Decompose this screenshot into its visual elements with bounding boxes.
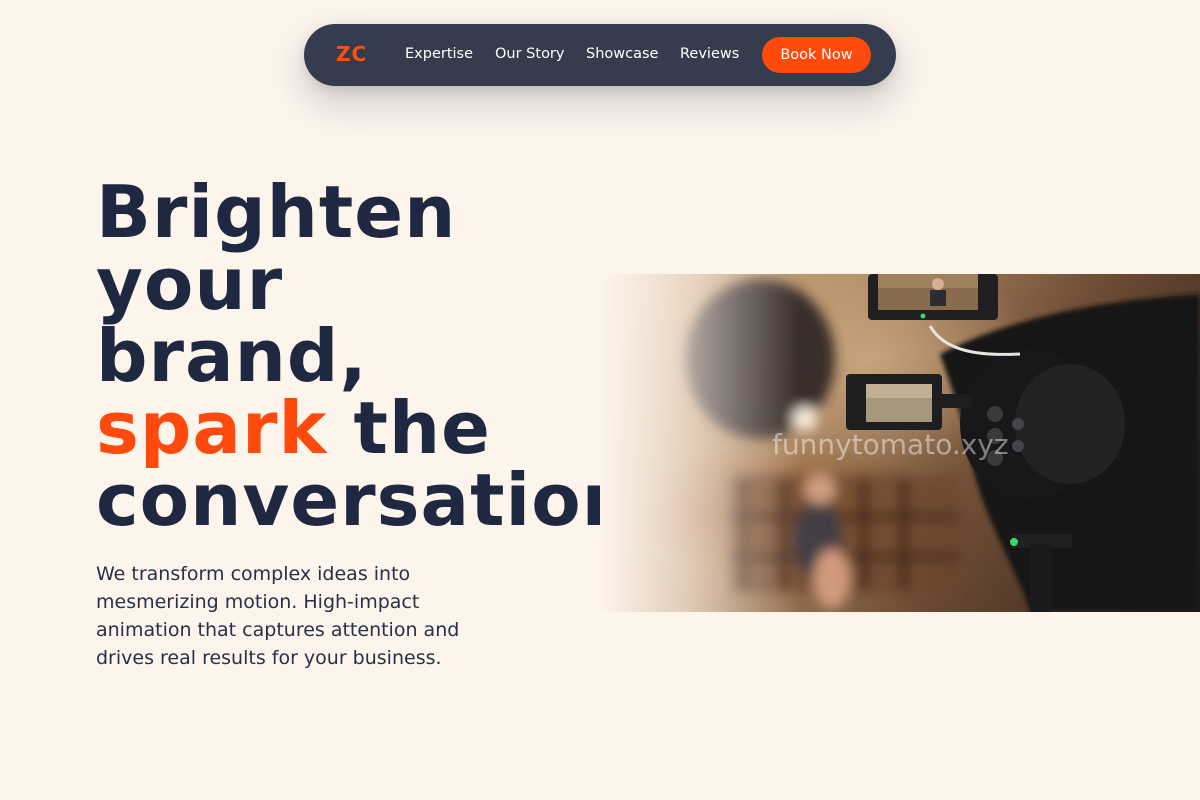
- brand-logo[interactable]: ZC: [336, 42, 367, 66]
- hero-image-camera: funnytomato.xyz: [600, 274, 1200, 612]
- nav-link-our-story[interactable]: Our Story: [495, 44, 564, 64]
- nav-link-showcase[interactable]: Showcase: [586, 44, 658, 64]
- nav-link-reviews[interactable]: Reviews: [680, 44, 739, 64]
- nav-link-expertise[interactable]: Expertise: [405, 44, 473, 64]
- image-fade-overlay: [600, 274, 800, 612]
- book-now-button[interactable]: Book Now: [762, 37, 871, 73]
- top-nav: ZC Expertise Our Story Showcase Reviews …: [304, 24, 896, 86]
- image-watermark: funnytomato.xyz: [772, 428, 1009, 461]
- headline-line-1: Brighten: [96, 170, 457, 254]
- hero-subtitle: We transform complex ideas into mesmeriz…: [96, 563, 460, 669]
